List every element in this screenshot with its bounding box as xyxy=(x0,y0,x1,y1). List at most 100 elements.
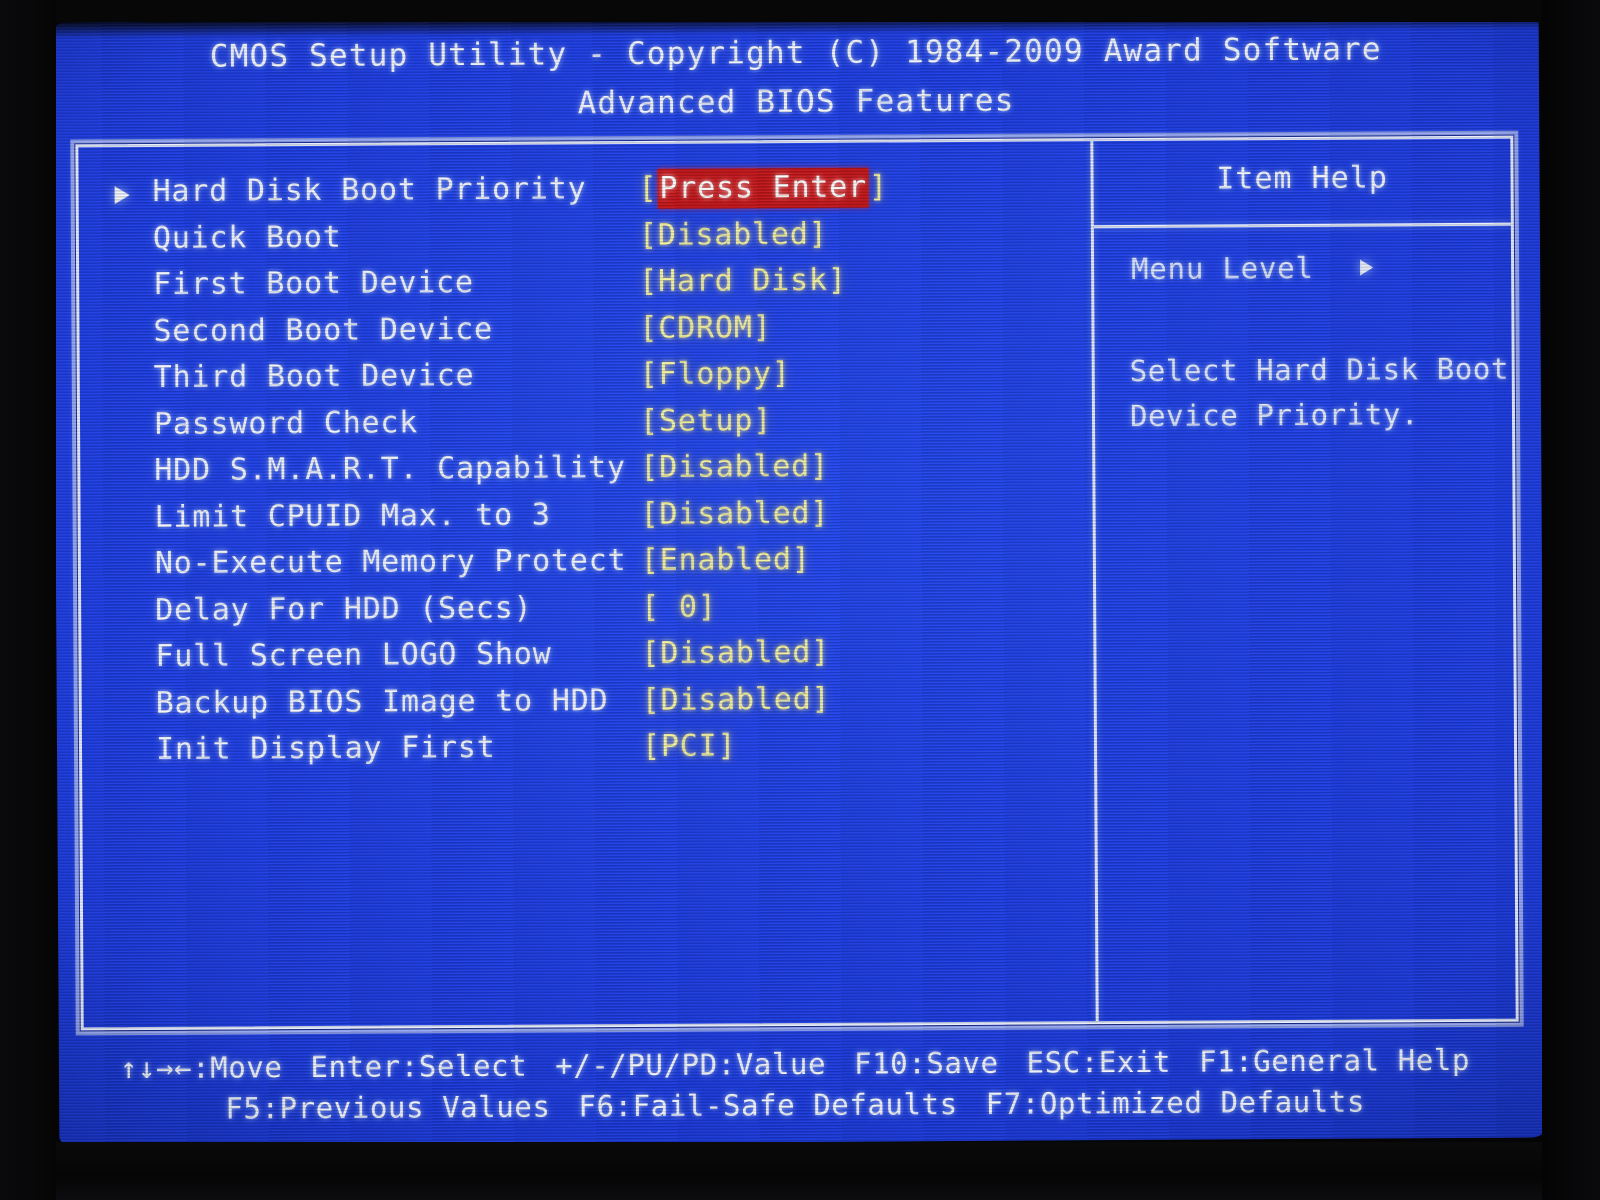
setting-value[interactable]: [Setup] xyxy=(639,402,773,439)
value-open-bracket: [ xyxy=(639,356,659,392)
setting-value[interactable]: [Disabled] xyxy=(638,216,828,253)
setting-value[interactable]: [Press Enter] xyxy=(638,167,888,209)
value-open-bracket: [ xyxy=(641,589,661,625)
setting-label: Quick Boot xyxy=(152,219,342,256)
setting-label: Hard Disk Boot Priority xyxy=(152,171,587,209)
setting-value-text: Disabled xyxy=(659,448,811,485)
setting-value-text: Setup xyxy=(658,402,754,439)
panel-vertical-divider xyxy=(1090,141,1099,1022)
setting-value-text: CDROM xyxy=(658,309,753,346)
setting-value-text: Hard Disk xyxy=(657,262,828,299)
value-close-bracket: ] xyxy=(771,356,791,392)
monitor-bezel-bottom xyxy=(0,1142,1600,1200)
setting-label: Backup BIOS Image to HDD xyxy=(155,682,609,721)
value-open-bracket: [ xyxy=(640,449,660,485)
setting-label: Limit CPUID Max. to 3 xyxy=(154,497,551,535)
setting-value[interactable]: [Enabled] xyxy=(640,541,811,578)
setting-value[interactable]: [Disabled] xyxy=(640,495,830,532)
setting-row[interactable]: Limit CPUID Max. to 3 [Disabled] xyxy=(117,495,1077,549)
value-open-bracket: [ xyxy=(639,403,660,439)
setting-row[interactable]: Init Display First [PCI] xyxy=(118,728,1078,781)
setting-value-text: Press Enter xyxy=(657,167,870,209)
setting-label: Third Boot Device xyxy=(153,357,475,395)
setting-label: HDD S.M.A.R.T. Capability xyxy=(154,450,626,488)
setting-value[interactable]: [Disabled] xyxy=(641,681,831,718)
setting-value[interactable]: [ 0] xyxy=(641,589,717,625)
menu-level-arrow-icon xyxy=(1359,259,1373,276)
setting-value-text: Floppy xyxy=(658,356,772,392)
item-help-title: Item Help xyxy=(1216,160,1388,197)
setting-value[interactable]: [CDROM] xyxy=(639,309,772,346)
item-help-text: Select Hard Disk Boot Device Priority. xyxy=(1129,351,1510,433)
value-open-bracket: [ xyxy=(640,542,660,578)
legend-key: ↑↓→←:Move xyxy=(119,1050,283,1086)
setting-label: Password Check xyxy=(153,404,419,442)
setting-row[interactable]: No-Execute Memory Protect [Enabled] xyxy=(117,541,1077,595)
setting-value[interactable]: [PCI] xyxy=(641,728,737,764)
value-open-bracket: [ xyxy=(641,682,661,718)
settings-list: Hard Disk Boot Priority [Press Enter] Quic… xyxy=(114,167,1079,781)
value-close-bracket: ] xyxy=(811,681,831,717)
setting-label: Second Boot Device xyxy=(153,311,494,349)
value-open-bracket: [ xyxy=(638,170,658,206)
value-close-bracket: ] xyxy=(753,402,773,438)
legend-key: F7:Optimized Defaults xyxy=(985,1084,1366,1121)
setting-value-text: Disabled xyxy=(660,634,812,671)
setting-value-text: Disabled xyxy=(657,216,809,253)
setting-value[interactable]: [Disabled] xyxy=(640,448,830,485)
legend-key: Enter:Select xyxy=(310,1048,528,1084)
keyboard-legend: ↑↓→←:Move Enter:Select +/-/PU/PD:Value F10:… xyxy=(59,1033,1545,1126)
monitor-bezel-right xyxy=(1542,0,1600,1200)
value-open-bracket: [ xyxy=(639,310,659,346)
legend-key: +/-/PU/PD:Value xyxy=(555,1046,827,1083)
setting-row[interactable]: HDD S.M.A.R.T. Capability [Disabled] xyxy=(116,448,1076,502)
setting-row[interactable]: First Boot Device [Hard Disk] xyxy=(115,262,1075,316)
setting-row[interactable]: Quick Boot [Disabled] xyxy=(115,216,1075,270)
value-close-bracket: ] xyxy=(810,495,830,531)
legend-key: F5:Previous Values xyxy=(225,1089,551,1126)
value-close-bracket: ] xyxy=(808,216,828,252)
setting-value[interactable]: [Hard Disk] xyxy=(639,262,847,299)
submenu-arrow-icon xyxy=(114,186,130,205)
value-close-bracket: ] xyxy=(697,589,717,625)
setting-label: First Boot Device xyxy=(153,264,474,302)
setting-row[interactable]: Hard Disk Boot Priority [Press Enter] xyxy=(114,167,1075,223)
value-close-bracket: ] xyxy=(811,634,831,670)
setting-row[interactable]: Backup BIOS Image to HDD [Disabled] xyxy=(118,681,1078,735)
setting-value[interactable]: [Floppy] xyxy=(639,356,791,392)
setting-value-text: Enabled xyxy=(659,542,792,578)
legend-key: F1:General Help xyxy=(1198,1042,1471,1079)
setting-value-text: PCI xyxy=(660,728,718,764)
value-open-bracket: [ xyxy=(640,496,660,532)
setting-row[interactable]: Password Check [Setup] xyxy=(116,402,1076,456)
monitor-bezel-left xyxy=(0,0,56,1200)
legend-key: ESC:Exit xyxy=(1026,1044,1172,1080)
screen-content: CMOS Setup Utility - Copyright (C) 1984-… xyxy=(53,13,1546,1146)
setting-row[interactable]: Second Boot Device [CDROM] xyxy=(115,309,1075,363)
value-open-bracket: [ xyxy=(641,728,661,764)
menu-level-label: Menu Level xyxy=(1131,250,1314,286)
legend-key: F6:Fail-Safe Defaults xyxy=(578,1087,958,1124)
page-subtitle: Advanced BIOS Features xyxy=(577,82,1015,122)
keyboard-legend-line-1: ↑↓→←:Move Enter:Select +/-/PU/PD:Value F10:… xyxy=(59,1042,1545,1086)
item-help-rule xyxy=(1093,222,1511,229)
page-title: CMOS Setup Utility - Copyright (C) 1984-… xyxy=(209,31,1382,75)
bios-screen: CMOS Setup Utility - Copyright (C) 1984-… xyxy=(52,13,1546,1147)
screen-header: CMOS Setup Utility - Copyright (C) 1984-… xyxy=(53,31,1539,122)
setting-label: Full Screen LOGO Show xyxy=(155,636,552,674)
value-close-bracket: ] xyxy=(809,448,830,484)
value-open-bracket: [ xyxy=(638,217,658,253)
setting-label: Init Display First xyxy=(155,729,496,767)
setting-label: Delay For HDD (Secs) xyxy=(155,590,533,628)
setting-row[interactable]: Third Boot Device [Floppy] xyxy=(116,356,1076,409)
setting-value-text: 0 xyxy=(659,589,698,625)
setting-row[interactable]: Full Screen LOGO Show [Disabled] xyxy=(117,634,1077,688)
value-open-bracket: [ xyxy=(641,635,661,671)
value-close-bracket: ] xyxy=(791,541,811,578)
value-close-bracket: ] xyxy=(752,309,772,345)
setting-row[interactable]: Delay For HDD (Secs) [ 0] xyxy=(117,589,1077,642)
setting-value[interactable]: [Disabled] xyxy=(641,634,831,671)
legend-key: F10:Save xyxy=(853,1045,999,1081)
main-panel-frame: Hard Disk Boot Priority [Press Enter] Quic… xyxy=(75,135,1519,1031)
value-close-bracket: ] xyxy=(717,728,737,764)
